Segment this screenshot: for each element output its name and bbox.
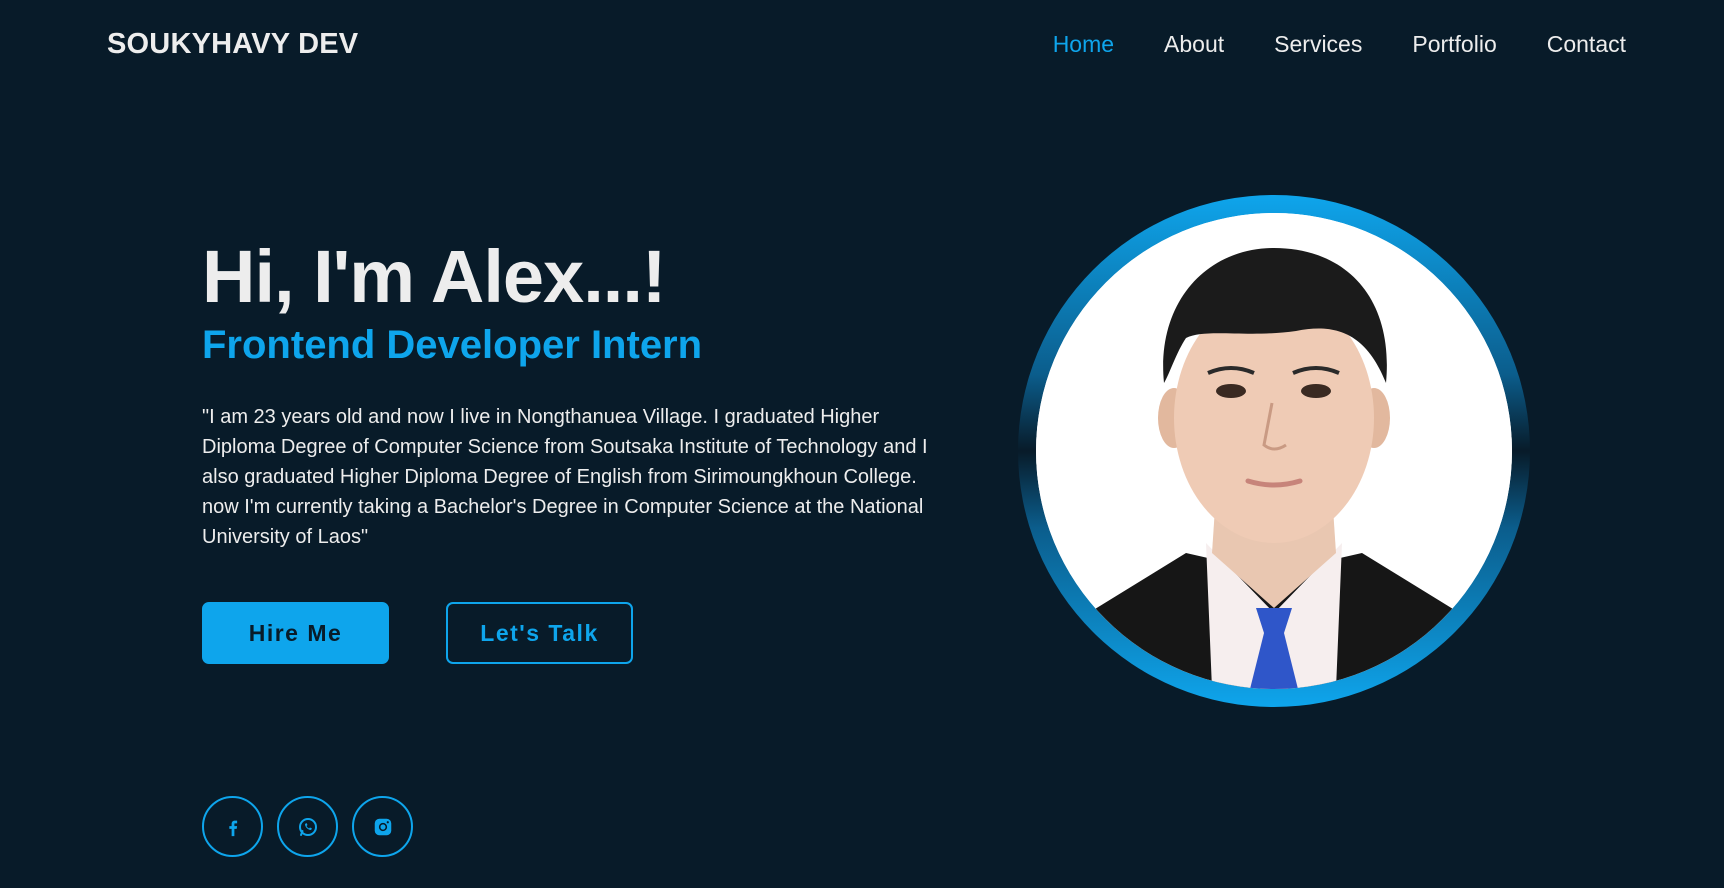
- hire-me-button[interactable]: Hire Me: [202, 602, 389, 664]
- nav-services[interactable]: Services: [1274, 31, 1362, 58]
- instagram-link[interactable]: [352, 796, 413, 857]
- nav-about[interactable]: About: [1164, 31, 1224, 58]
- profile-photo: [1036, 213, 1512, 689]
- facebook-link[interactable]: [202, 796, 263, 857]
- profile-photo-ring: [1018, 195, 1530, 707]
- hero-buttons: Hire Me Let's Talk: [202, 602, 962, 664]
- hero-title: Hi, I'm Alex...!: [202, 235, 667, 318]
- hero-role: Frontend Developer Intern: [202, 323, 703, 367]
- nav-contact[interactable]: Contact: [1547, 31, 1626, 58]
- facebook-icon: [228, 820, 237, 836]
- logo[interactable]: SOUKYHAVY DEV: [107, 28, 358, 61]
- whatsapp-icon: [298, 817, 317, 836]
- hero-content: Hi, I'm Alex...! Frontend Developer Inte…: [202, 232, 962, 664]
- instagram-icon: [374, 818, 391, 835]
- hero-bio: "I am 23 years old and now I live in Non…: [202, 406, 928, 548]
- lets-talk-button[interactable]: Let's Talk: [446, 602, 633, 664]
- main-nav: Home About Services Portfolio Contact: [1053, 31, 1626, 58]
- page: SOUKYHAVY DEV Home About Services Portfo…: [0, 0, 1724, 888]
- nav-portfolio[interactable]: Portfolio: [1412, 31, 1496, 58]
- nav-home[interactable]: Home: [1053, 31, 1114, 58]
- portrait-illustration: [1036, 213, 1512, 689]
- social-links: [202, 796, 413, 857]
- whatsapp-link[interactable]: [277, 796, 338, 857]
- site-header: SOUKYHAVY DEV Home About Services Portfo…: [0, 0, 1724, 88]
